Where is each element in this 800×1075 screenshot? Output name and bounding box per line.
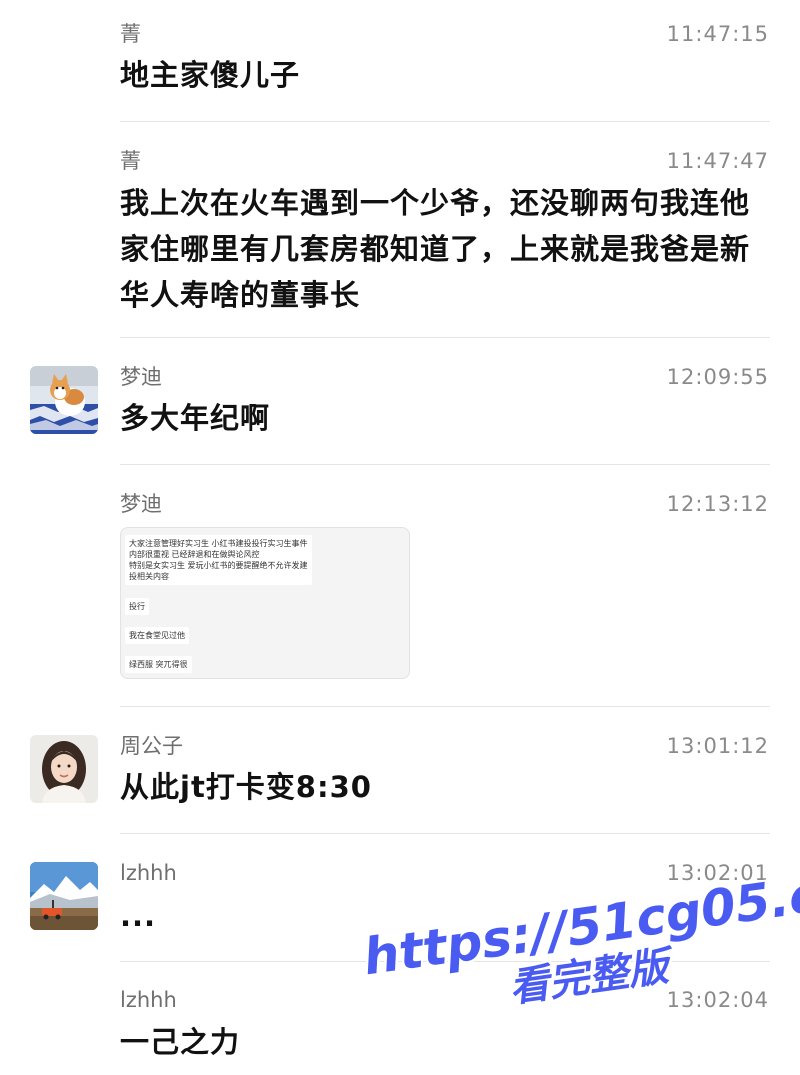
message-text[interactable]: 我上次在火车遇到一个少爷，还没聊两句我连他 家住哪里有几套房都知道了，上来就是我… (120, 180, 780, 318)
sender-name[interactable]: 菁 (120, 20, 141, 48)
chat-bubble: 投行 (125, 598, 149, 615)
sender-name[interactable]: lzhhh (120, 859, 177, 887)
chat-bubble: 大家注意管理好实习生 小红书建投投行实习生事件 内部很重视 已经辞退和在做舆论风… (125, 535, 312, 585)
image-message[interactable]: 大家注意管理好实习生 小红书建投投行实习生事件 内部很重视 已经辞退和在做舆论风… (120, 527, 410, 679)
chat-bubble: 绿西服 突兀得很 (125, 656, 192, 673)
mountain-avatar-icon (30, 862, 98, 930)
timestamp: 13:01:12 (666, 734, 769, 758)
timestamp: 12:09:55 (666, 365, 769, 389)
sender-name[interactable]: lzhhh (120, 986, 177, 1014)
divider (120, 337, 770, 338)
chat-bubble: 我在食堂见过他 (125, 627, 189, 644)
message-text-line: 我上次在火车遇到一个少爷，还没聊两句我连他 (120, 186, 751, 220)
timestamp: 13:02:04 (666, 988, 769, 1012)
avatar[interactable] (30, 366, 98, 434)
timestamp: 11:47:15 (666, 22, 769, 46)
divider (120, 706, 770, 707)
message-text-line: 华人寿啥的董事长 (120, 278, 361, 312)
avatar[interactable] (30, 862, 98, 930)
timestamp: 11:47:47 (666, 149, 769, 173)
message-text[interactable]: 一己之力 (120, 1019, 770, 1065)
bubble-line: 大家注意管理好实习生 小红书建投投行实习生事件 (129, 539, 308, 548)
bubble-line: 特别是女实习生 爱玩小红书的要提醒绝不允许发建 (129, 561, 308, 570)
divider (120, 833, 770, 834)
sender-name[interactable]: 周公子 (120, 732, 183, 760)
sender-name[interactable]: 梦迪 (120, 363, 162, 391)
bubble-line: 内部很重视 已经辞退和在做舆论风控 (129, 550, 260, 559)
cat-avatar-icon (30, 366, 98, 434)
message-text-line: 家住哪里有几套房都知道了，上来就是我爸是新 (120, 232, 751, 266)
message-text[interactable]: 地主家傻儿子 (120, 52, 770, 98)
sender-name[interactable]: 菁 (120, 147, 141, 175)
divider (120, 464, 770, 465)
message-text[interactable]: 多大年纪啊 (120, 395, 770, 441)
sender-name[interactable]: 梦迪 (120, 490, 162, 518)
woman-avatar-icon (30, 735, 98, 803)
divider (120, 121, 770, 122)
timestamp: 12:13:12 (666, 492, 769, 516)
bubble-line: 投相关内容 (129, 572, 169, 581)
avatar[interactable] (30, 735, 98, 803)
message-text[interactable]: 从此jt打卡变8:30 (120, 764, 770, 810)
